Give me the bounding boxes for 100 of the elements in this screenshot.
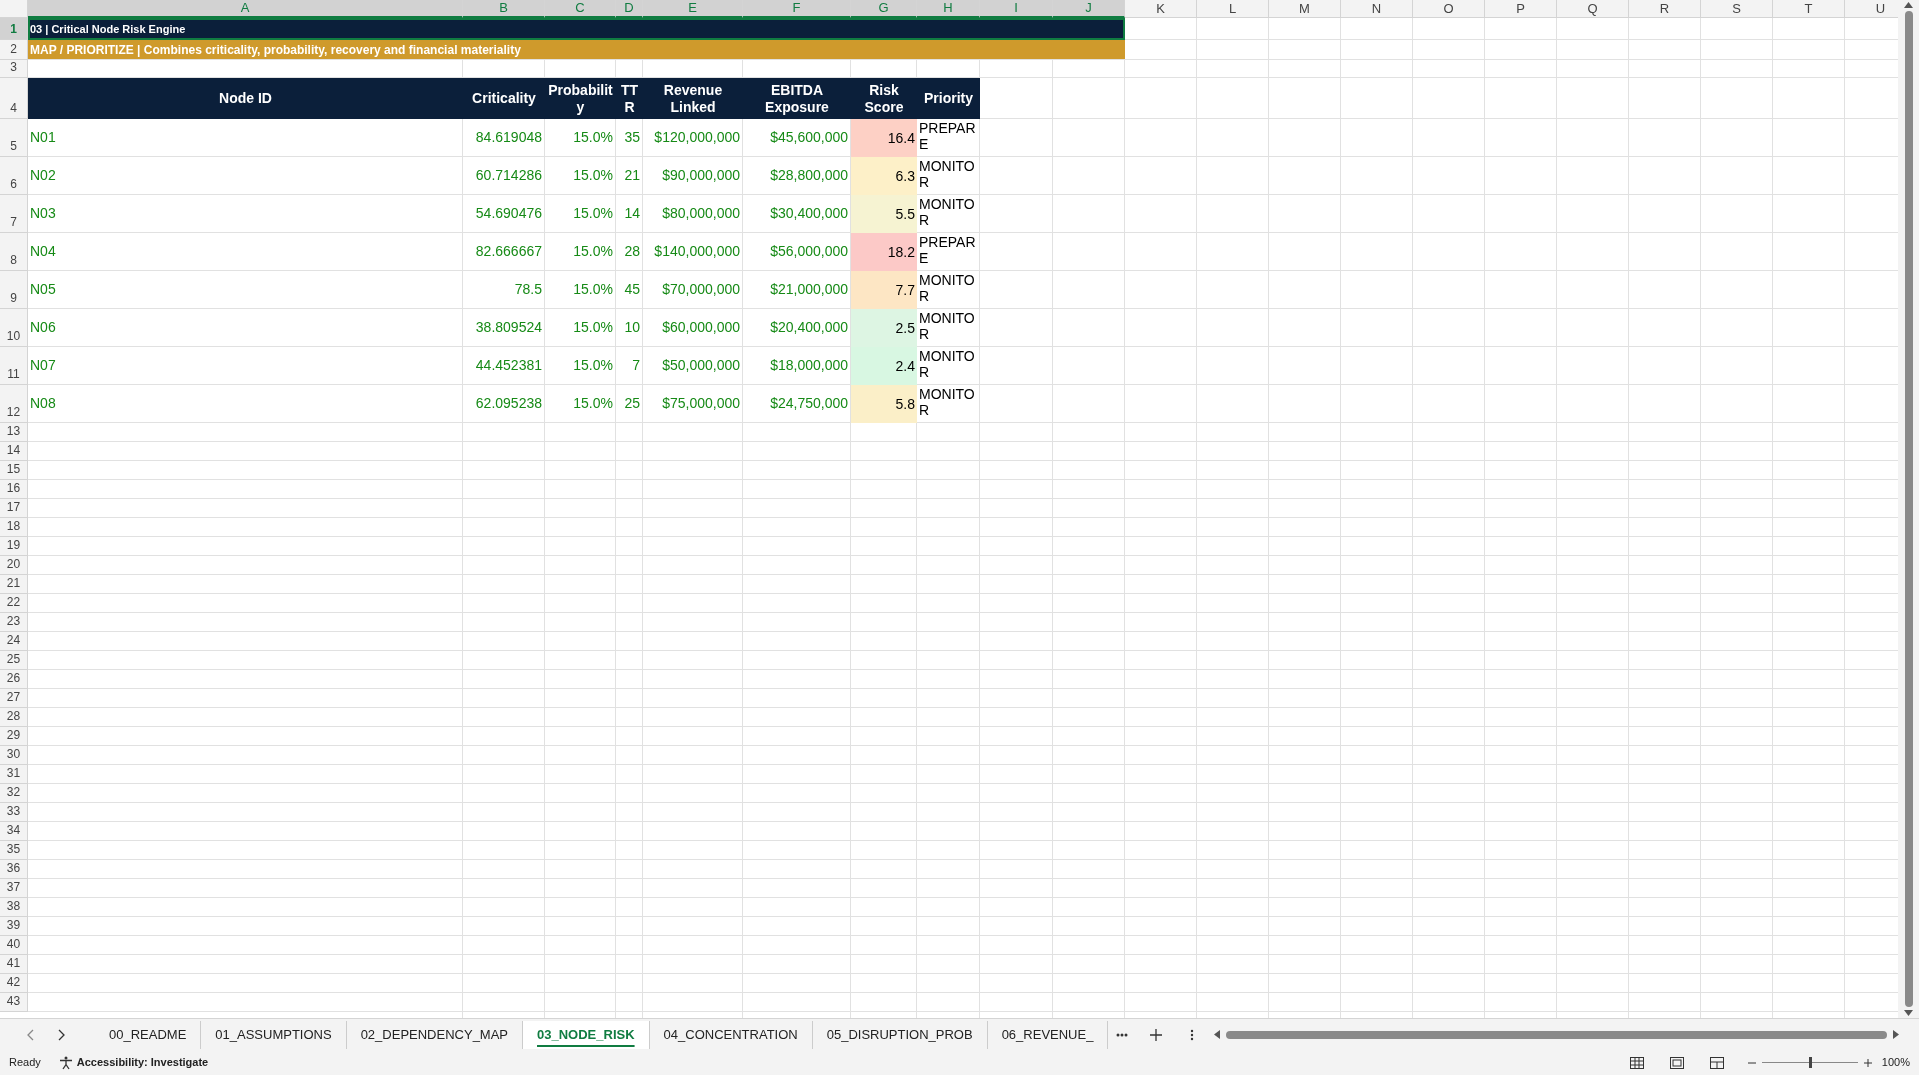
sheet-tab[interactable]: 00_README xyxy=(95,1020,202,1049)
scroll-left-icon[interactable] xyxy=(1214,1030,1221,1039)
row-number[interactable]: 22 xyxy=(0,594,28,613)
row-number[interactable]: 26 xyxy=(0,670,28,689)
scroll-down-icon[interactable] xyxy=(1904,1010,1913,1016)
sheet-tab[interactable]: 05_DISRUPTION_PROB xyxy=(812,1020,988,1049)
row-number[interactable]: 39 xyxy=(0,917,28,936)
row-number[interactable]: 32 xyxy=(0,784,28,803)
column-header[interactable]: U xyxy=(1845,0,1898,18)
row-number[interactable]: 27 xyxy=(0,689,28,708)
row-number[interactable]: 38 xyxy=(0,898,28,917)
row-number[interactable]: 9 xyxy=(0,271,28,309)
row-number[interactable]: 1 xyxy=(0,18,28,40)
row-number[interactable]: 19 xyxy=(0,537,28,556)
column-header[interactable]: K xyxy=(1125,0,1197,18)
column-header[interactable]: S xyxy=(1701,0,1773,18)
row-number[interactable]: 10 xyxy=(0,309,28,347)
column-header[interactable]: I xyxy=(980,0,1053,18)
row-number[interactable]: 29 xyxy=(0,727,28,746)
add-sheet-icon[interactable] xyxy=(1150,1028,1163,1041)
zoom-out-icon[interactable] xyxy=(1747,1061,1756,1064)
risk-score-cell: 7.7 xyxy=(851,271,917,309)
page-break-icon[interactable] xyxy=(1709,1056,1724,1069)
table-cell: N06 xyxy=(28,309,463,347)
column-header[interactable]: M xyxy=(1269,0,1341,18)
scrollbar-thumb[interactable] xyxy=(1904,11,1913,1007)
row-number[interactable]: 30 xyxy=(0,746,28,765)
table-cell: 25 xyxy=(616,385,643,423)
sheet-tab[interactable]: 06_REVENUE_ xyxy=(987,1020,1109,1049)
vertical-scrollbar[interactable] xyxy=(1898,0,1919,1018)
row-number[interactable]: 43 xyxy=(0,993,28,1012)
table-cell: MONITOR xyxy=(917,309,980,347)
row-number[interactable]: 23 xyxy=(0,613,28,632)
row-number[interactable]: 31 xyxy=(0,765,28,784)
zoom-level[interactable]: 100% xyxy=(1881,1054,1910,1071)
page-layout-icon[interactable] xyxy=(1669,1056,1684,1069)
row-number[interactable]: 25 xyxy=(0,651,28,670)
row-number[interactable]: 16 xyxy=(0,480,28,499)
column-header[interactable]: J xyxy=(1053,0,1125,18)
row-number[interactable]: 21 xyxy=(0,575,28,594)
row-number[interactable]: 33 xyxy=(0,803,28,822)
table-cell: N07 xyxy=(28,347,463,385)
column-header[interactable]: P xyxy=(1485,0,1557,18)
column-header[interactable]: A xyxy=(28,0,463,18)
normal-view-icon[interactable] xyxy=(1629,1056,1644,1069)
row-number[interactable]: 28 xyxy=(0,708,28,727)
row-number[interactable]: 35 xyxy=(0,841,28,860)
row-number[interactable]: 34 xyxy=(0,822,28,841)
row-number[interactable]: 41 xyxy=(0,955,28,974)
row-number[interactable]: 17 xyxy=(0,499,28,518)
sheet-tab[interactable]: 01_ASSUMPTIONS xyxy=(201,1020,347,1049)
table-cell: 84.619048 xyxy=(463,119,545,157)
row-number[interactable]: 18 xyxy=(0,518,28,537)
scroll-up-icon[interactable] xyxy=(1904,2,1913,8)
row-number[interactable]: 37 xyxy=(0,879,28,898)
table-cell: 15.0% xyxy=(545,271,616,309)
row-number[interactable]: 13 xyxy=(0,423,28,442)
column-header[interactable]: N xyxy=(1341,0,1413,18)
accessibility-icon[interactable] xyxy=(58,1055,73,1070)
options-icon[interactable] xyxy=(1190,1028,1195,1041)
table-cell: 78.5 xyxy=(463,271,545,309)
column-header[interactable]: L xyxy=(1197,0,1269,18)
row-number[interactable]: 6 xyxy=(0,157,28,195)
row-number[interactable]: 4 xyxy=(0,78,28,119)
row-number[interactable]: 24 xyxy=(0,632,28,651)
row-number[interactable]: 8 xyxy=(0,233,28,271)
column-header[interactable]: C xyxy=(545,0,616,18)
accessibility-status[interactable]: Accessibility: Investigate xyxy=(76,1054,209,1071)
row-number[interactable]: 40 xyxy=(0,936,28,955)
column-header[interactable]: Q xyxy=(1557,0,1629,18)
zoom-in-icon[interactable] xyxy=(1863,1058,1872,1067)
column-header[interactable]: D xyxy=(616,0,643,18)
previous-sheet-icon[interactable] xyxy=(27,1028,35,1041)
table-cell: N01 xyxy=(28,119,463,157)
sheet-tab[interactable]: 04_CONCENTRATION xyxy=(649,1020,813,1049)
column-header[interactable]: G xyxy=(851,0,917,18)
next-sheet-icon[interactable] xyxy=(57,1028,65,1041)
row-number[interactable]: 2 xyxy=(0,40,28,60)
row-number[interactable]: 36 xyxy=(0,860,28,879)
row-number[interactable]: 12 xyxy=(0,385,28,423)
table-cell: PREPARE xyxy=(917,233,980,271)
more-icon[interactable] xyxy=(1116,1032,1129,1037)
zoom-slider-thumb[interactable] xyxy=(1808,1057,1812,1068)
sheet-title: 03 | Critical Node Risk Engine xyxy=(28,18,1125,40)
row-number[interactable]: 3 xyxy=(0,60,28,78)
row-number[interactable]: 14 xyxy=(0,442,28,461)
sheet-tab[interactable]: 03_NODE_RISK xyxy=(523,1020,650,1049)
column-header[interactable]: R xyxy=(1629,0,1701,18)
table-cell: 45 xyxy=(616,271,643,309)
column-header[interactable]: T xyxy=(1773,0,1845,18)
row-number[interactable]: 15 xyxy=(0,461,28,480)
column-header[interactable]: O xyxy=(1413,0,1485,18)
row-number[interactable]: 11 xyxy=(0,347,28,385)
row-number[interactable]: 20 xyxy=(0,556,28,575)
table-cell: 62.095238 xyxy=(463,385,545,423)
scroll-right-icon[interactable] xyxy=(1893,1030,1899,1039)
table-cell: 44.452381 xyxy=(463,347,545,385)
row-number[interactable]: 7 xyxy=(0,195,28,233)
row-number[interactable]: 5 xyxy=(0,119,28,157)
row-number[interactable]: 42 xyxy=(0,974,28,993)
